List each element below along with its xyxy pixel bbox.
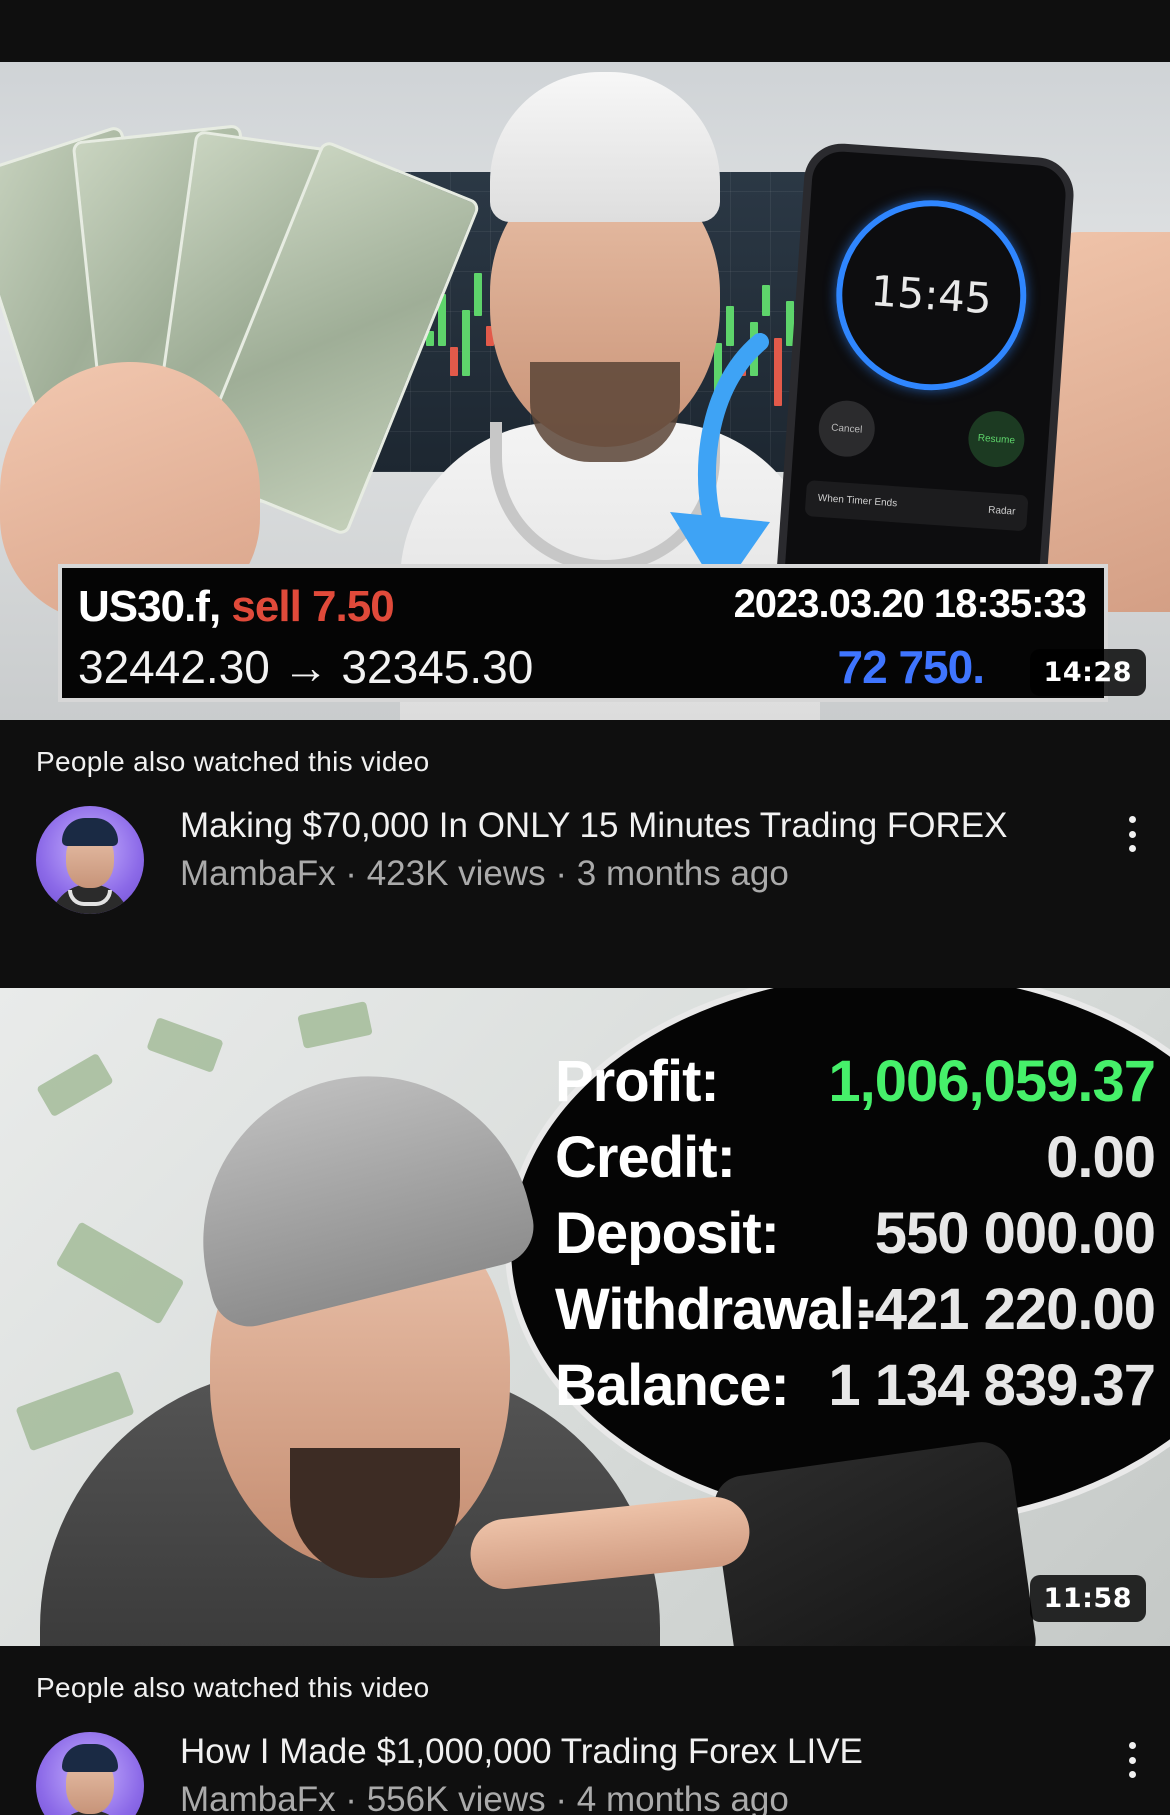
context-label: People also watched this video: [36, 746, 430, 777]
timer-row-label: When Timer Ends: [817, 492, 898, 510]
context-label: People also watched this video: [36, 1672, 430, 1703]
stat-value: 1 134 839.37: [828, 1353, 1156, 1418]
video-meta: MambaFx · 423K views · 3 months ago: [180, 854, 789, 893]
timer-row: When Timer Ends Radar: [804, 480, 1029, 532]
phone-timer-graphic: 15:45 Cancel Resume When Timer Ends Rada…: [773, 141, 1077, 629]
more-vert-icon[interactable]: [1118, 810, 1146, 858]
trade-prices: 32442.30 → 32345.30: [78, 641, 534, 693]
stat-value: 550 000.00: [874, 1201, 1156, 1266]
timer-resume-label: Resume: [966, 409, 1027, 469]
down-arrow-icon: [670, 333, 770, 594]
video-duration-badge: 14:28: [1029, 649, 1146, 696]
stat-value: 0.00: [1046, 1125, 1156, 1190]
flying-cash-graphic: [297, 1001, 373, 1049]
trade-datetime: 2023.03.20 18:35:33: [733, 582, 1087, 626]
trade-symbol-line: US30.f, sell 7.50: [78, 582, 395, 632]
more-vert-icon[interactable]: [1118, 1736, 1146, 1784]
video-thumbnail[interactable]: 15:45 Cancel Resume When Timer Ends Rada…: [0, 62, 1170, 720]
video-title[interactable]: Making $70,000 In ONLY 15 Minutes Tradin…: [180, 806, 1007, 846]
trade-info-banner: US30.f, sell 7.50 2023.03.20 18:35:33 32…: [58, 564, 1108, 702]
stat-value: 1,006,059.37: [828, 1049, 1156, 1114]
trade-side: sell 7.50: [231, 582, 394, 631]
video-feed: 15:45 Cancel Resume When Timer Ends Rada…: [0, 0, 1170, 1815]
video-duration-badge: 11:58: [1029, 1575, 1146, 1622]
channel-avatar[interactable]: [36, 1732, 144, 1815]
flying-cash-graphic: [146, 1017, 224, 1073]
video-thumbnail[interactable]: Profit: 1,006,059.37 Credit: 0.00 Deposi…: [0, 988, 1170, 1646]
trade-symbol: US30.f,: [78, 582, 221, 631]
video-title[interactable]: How I Made $1,000,000 Trading Forex LIVE: [180, 1732, 863, 1772]
timer-row-value: Radar: [987, 504, 1016, 518]
video-meta: MambaFx · 556K views · 4 months ago: [180, 1780, 789, 1815]
timer-cancel-label: Cancel: [816, 398, 877, 459]
channel-avatar[interactable]: [36, 806, 144, 914]
trade-profit: 72 750.: [837, 641, 985, 693]
stat-value: -421 220.00: [856, 1277, 1156, 1342]
